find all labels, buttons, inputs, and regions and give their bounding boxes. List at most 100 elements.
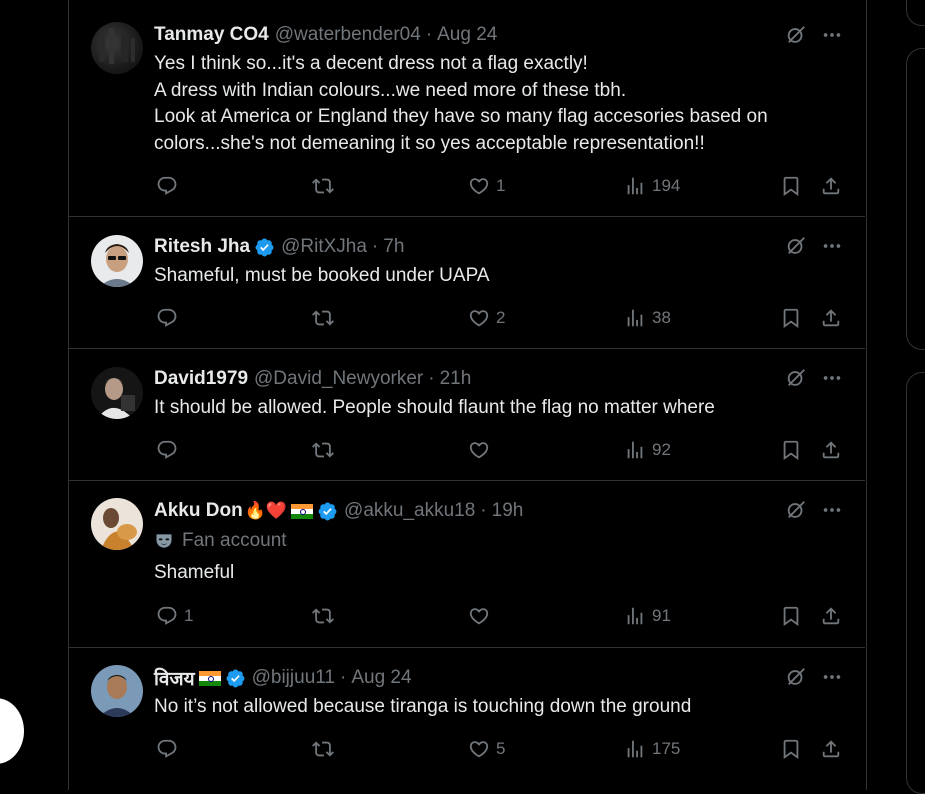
like-button[interactable] — [468, 439, 490, 461]
like-button[interactable] — [468, 605, 490, 627]
more-icon[interactable] — [821, 666, 843, 688]
more-icon[interactable] — [821, 235, 843, 257]
india-flag-icon — [198, 670, 221, 686]
views-button[interactable]: 92 — [624, 439, 671, 461]
timestamp[interactable]: Aug 24 — [437, 24, 497, 46]
grok-icon[interactable] — [785, 499, 807, 521]
name-emoji: 🔥❤️ — [244, 501, 288, 520]
share-icon — [820, 307, 842, 329]
timestamp[interactable]: 7h — [383, 236, 404, 258]
reply-card[interactable]: Ritesh Jha @RitXJha · 7h Shameful, must … — [68, 216, 865, 349]
user-handle[interactable]: @akku_akku18 — [344, 500, 475, 522]
reply-text-line: Yes I think so...it's a decent dress not… — [154, 53, 588, 74]
share-button[interactable] — [820, 605, 842, 627]
reply-card[interactable]: Tanmay CO4 @waterbender04 · Aug 24 Yes I… — [68, 5, 865, 217]
share-icon — [820, 439, 842, 461]
grok-icon[interactable] — [785, 367, 807, 389]
more-icon[interactable] — [821, 499, 843, 521]
share-button[interactable] — [820, 738, 842, 760]
share-icon — [820, 175, 842, 197]
reply-text: Shameful — [154, 560, 844, 587]
like-button[interactable]: 1 — [468, 175, 505, 197]
share-button[interactable] — [820, 175, 842, 197]
user-handle[interactable]: @bijjuu11 — [252, 667, 335, 689]
repost-button[interactable] — [312, 605, 334, 627]
repost-button[interactable] — [312, 307, 334, 329]
heart-icon — [468, 307, 490, 329]
timestamp[interactable]: 21h — [440, 368, 472, 390]
timestamp[interactable]: Aug 24 — [351, 667, 411, 689]
repost-button[interactable] — [312, 738, 334, 760]
reply-button[interactable] — [156, 738, 178, 760]
repost-icon — [312, 738, 334, 760]
reply-text-line: Shameful, must be booked under UAPA — [154, 265, 490, 286]
reply-button[interactable] — [156, 175, 178, 197]
views-icon — [624, 175, 646, 197]
more-icon[interactable] — [821, 24, 843, 46]
bookmark-icon — [780, 439, 802, 461]
display-name[interactable]: Akku Don — [154, 500, 243, 522]
bookmark-icon — [780, 307, 802, 329]
user-handle[interactable]: @waterbender04 — [275, 24, 421, 46]
views-icon — [624, 738, 646, 760]
bookmark-button[interactable] — [780, 605, 802, 627]
more-icon[interactable] — [821, 367, 843, 389]
compose-button[interactable] — [0, 698, 24, 764]
view-count: 194 — [652, 176, 681, 195]
display-name[interactable]: David1979 — [154, 368, 248, 390]
separator: · — [480, 500, 487, 521]
like-button[interactable]: 2 — [468, 307, 505, 329]
grok-icon[interactable] — [785, 235, 807, 257]
view-count: 175 — [652, 739, 681, 758]
mask-icon — [154, 531, 174, 551]
repost-button[interactable] — [312, 439, 334, 461]
grok-icon[interactable] — [785, 666, 807, 688]
avatar[interactable] — [91, 235, 143, 287]
reply-text-line: colors...she's not demeaning it so yes a… — [154, 132, 705, 154]
reply-button[interactable]: 1 — [156, 605, 193, 627]
avatar[interactable] — [91, 367, 143, 419]
avatar[interactable] — [91, 22, 143, 74]
repost-icon — [312, 175, 334, 197]
bookmark-button[interactable] — [780, 439, 802, 461]
user-handle[interactable]: @David_Newyorker — [254, 368, 423, 390]
timestamp[interactable]: 19h — [492, 500, 524, 522]
views-button[interactable]: 175 — [624, 738, 680, 760]
grok-icon[interactable] — [785, 24, 807, 46]
bookmark-icon — [780, 175, 802, 197]
bookmark-button[interactable] — [780, 175, 802, 197]
display-name[interactable]: Tanmay CO4 — [154, 24, 269, 46]
right-sidebar-card — [906, 0, 925, 26]
heart-icon — [468, 738, 490, 760]
reply-text-line: A dress with Indian colours...we need mo… — [154, 79, 627, 101]
views-button[interactable]: 91 — [624, 605, 671, 627]
bookmark-button[interactable] — [780, 738, 802, 760]
user-handle[interactable]: @RitXJha — [281, 236, 367, 258]
bookmark-button[interactable] — [780, 307, 802, 329]
share-icon — [820, 738, 842, 760]
views-button[interactable]: 38 — [624, 307, 671, 329]
display-name[interactable]: विजय — [154, 665, 195, 691]
reply-card[interactable]: David1979 @David_Newyorker · 21h It shou… — [68, 348, 865, 481]
like-count: 1 — [496, 176, 506, 195]
share-button[interactable] — [820, 439, 842, 461]
separator: · — [425, 24, 433, 45]
avatar[interactable] — [91, 498, 143, 550]
reply-card[interactable]: विजय @bijjuu11 · Aug 24 No it’s not allo… — [68, 647, 865, 787]
heart-icon — [468, 605, 490, 627]
share-button[interactable] — [820, 307, 842, 329]
reply-icon — [156, 439, 178, 461]
view-count: 91 — [652, 606, 671, 625]
reply-text-line: No it’s not allowed because tiranga is t… — [154, 696, 692, 717]
reply-button[interactable] — [156, 307, 178, 329]
right-sidebar-card — [906, 372, 925, 794]
avatar[interactable] — [91, 665, 143, 717]
reply-text-line: It should be allowed. People should flau… — [154, 397, 715, 418]
like-button[interactable]: 5 — [468, 738, 505, 760]
repost-button[interactable] — [312, 175, 334, 197]
views-button[interactable]: 194 — [624, 175, 680, 197]
reply-button[interactable] — [156, 439, 178, 461]
reply-card[interactable]: Akku Don 🔥❤️ @akku_akku18 · 19h Fan acco… — [68, 480, 865, 648]
views-icon — [624, 605, 646, 627]
display-name[interactable]: Ritesh Jha — [154, 236, 250, 258]
